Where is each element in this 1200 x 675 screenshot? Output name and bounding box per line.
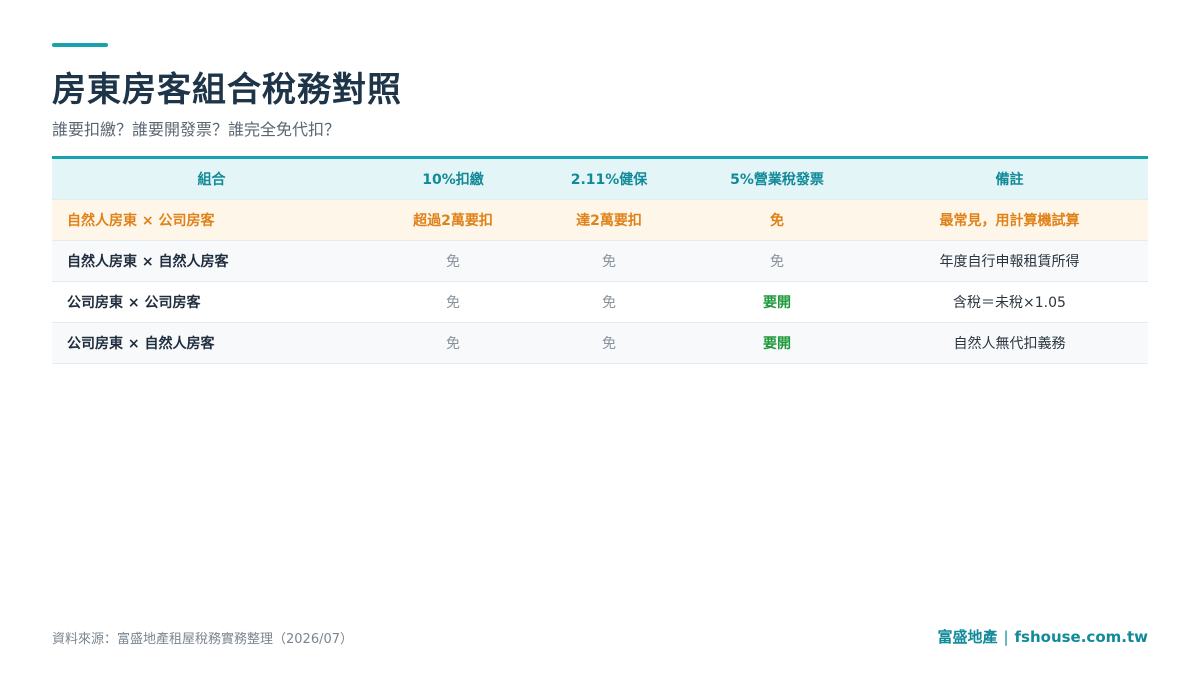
header-combination: 組合 xyxy=(197,172,226,188)
row-business-tax-invoice: 要開 xyxy=(763,336,791,352)
row-notes: 年度自行申報租賃所得 xyxy=(939,254,1080,270)
header-health-insurance: 2.11%健保 xyxy=(570,172,648,188)
header-notes: 備註 xyxy=(995,172,1024,188)
table-row: 自然人房東 × 公司房客 超過2萬要扣 達2萬要扣 免 最常見，用計算機試算 xyxy=(52,200,1148,241)
tax-comparison-table: 組合 10%扣繳 2.11%健保 5%營業稅發票 備註 自然人房東 × 公司房客… xyxy=(52,156,1148,364)
row-health-insurance: 免 xyxy=(602,295,616,311)
row-notes: 自然人無代扣義務 xyxy=(953,336,1066,352)
row-withholding: 免 xyxy=(446,336,460,352)
row-notes: 含稅＝未稅×1.05 xyxy=(953,295,1066,311)
page-subtitle: 誰要扣繳？誰要開發票？誰完全免代扣？ xyxy=(52,120,341,139)
table-header-row: 組合 10%扣繳 2.11%健保 5%營業稅發票 備註 xyxy=(52,159,1148,200)
row-combination: 公司房東 × 自然人房客 xyxy=(67,336,215,352)
row-withholding: 超過2萬要扣 xyxy=(413,213,493,229)
row-business-tax-invoice: 免 xyxy=(770,254,784,270)
row-combination: 公司房東 × 公司房客 xyxy=(67,295,201,311)
brand-name: 富盛地產 xyxy=(937,628,998,646)
table-row: 公司房東 × 公司房客 免 免 要開 含稅＝未稅×1.05 xyxy=(52,282,1148,323)
brand-site: fshouse.com.tw xyxy=(1014,628,1148,646)
row-business-tax-invoice: 免 xyxy=(770,213,784,229)
source-note: 資料來源：富盛地產租屋稅務實務整理（2026/07） xyxy=(52,632,354,647)
accent-bar xyxy=(52,43,108,47)
row-health-insurance: 免 xyxy=(602,254,616,270)
brand-footer: 富盛地產 | fshouse.com.tw xyxy=(937,626,1148,647)
row-business-tax-invoice: 要開 xyxy=(763,295,791,311)
table-row: 自然人房東 × 自然人房客 免 免 免 年度自行申報租賃所得 xyxy=(52,241,1148,282)
header-withholding: 10%扣繳 xyxy=(422,172,484,188)
row-notes: 最常見，用計算機試算 xyxy=(939,213,1080,229)
row-withholding: 免 xyxy=(446,295,460,311)
row-health-insurance: 免 xyxy=(602,336,616,352)
row-combination: 自然人房東 × 自然人房客 xyxy=(67,254,229,270)
row-withholding: 免 xyxy=(446,254,460,270)
brand-separator: | xyxy=(1003,628,1009,646)
row-combination: 自然人房東 × 公司房客 xyxy=(67,213,215,229)
header-business-tax-invoice: 5%營業稅發票 xyxy=(730,172,824,188)
row-health-insurance: 達2萬要扣 xyxy=(576,213,642,229)
table-row: 公司房東 × 自然人房客 免 免 要開 自然人無代扣義務 xyxy=(52,323,1148,364)
page-title: 房東房客組合稅務對照 xyxy=(52,70,402,110)
